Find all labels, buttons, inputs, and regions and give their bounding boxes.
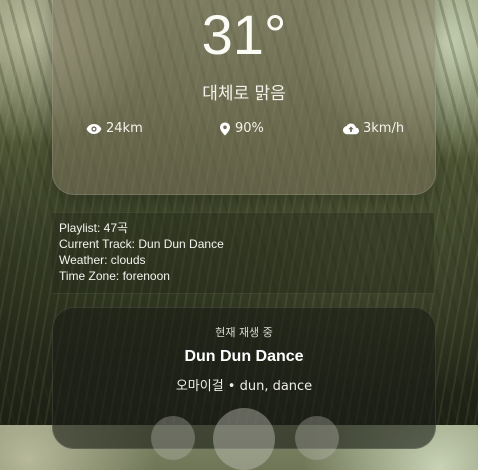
previous-button[interactable]: [151, 416, 195, 460]
visibility-value: 24km: [106, 121, 143, 136]
weather-stats: 24km 90% 3km/h: [53, 121, 435, 141]
now-playing-label: 현재 재생 중: [215, 326, 273, 339]
humidity-stat: 90%: [219, 121, 264, 136]
track-title: Dun Dun Dance: [184, 348, 304, 365]
weather-info: Weather: clouds: [59, 253, 146, 267]
track-artist-genre: 오마이걸 • dun, dance: [175, 379, 313, 394]
current-track-info: Current Track: Dun Dun Dance: [59, 237, 224, 251]
play-pause-button[interactable]: [213, 408, 275, 470]
playlist-info: Playlist: 47곡: [59, 221, 129, 235]
wind-value: 3km/h: [363, 121, 405, 136]
cloud-upload-icon: [343, 123, 359, 135]
music-player-card: 현재 재생 중 Dun Dun Dance 오마이걸 • dun, dance: [52, 307, 436, 470]
humidity-value: 90%: [235, 121, 264, 136]
weather-card: 31° 대체로 맑음 24km 90% 3km/h: [52, 0, 436, 195]
visibility-stat: 24km: [86, 121, 143, 136]
weather-condition: 대체로 맑음: [202, 84, 286, 104]
next-button[interactable]: [295, 416, 339, 460]
eye-icon: [86, 123, 102, 135]
location-pin-icon: [219, 122, 231, 136]
temperature: 31°: [201, 3, 287, 66]
info-panel: Playlist: 47곡 Current Track: Dun Dun Dan…: [52, 212, 434, 294]
wind-stat: 3km/h: [343, 121, 404, 136]
time-zone-info: Time Zone: forenoon: [59, 269, 170, 283]
